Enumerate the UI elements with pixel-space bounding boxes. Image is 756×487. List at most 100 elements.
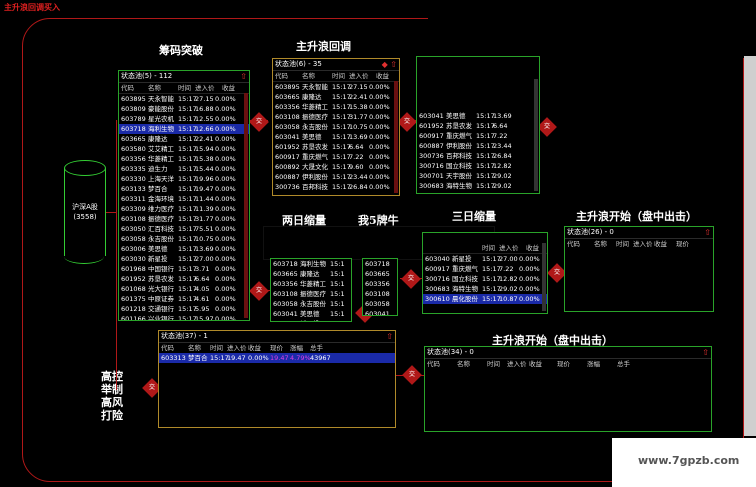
state-pool-panel-6[interactable]: 状态池(6) - 35 ◆ ⇧ 代码 名称 时间 进入价 收益 603895 天永智能 15:…	[272, 58, 400, 196]
table-row[interactable]: 603665 康隆达 15:17 22.41 0.00%	[273, 92, 399, 102]
table-row[interactable]: 603809 豪能股份 15:17 16.88 0.00%	[119, 104, 249, 114]
state-pool-panel-26[interactable]: 状态池(26) - 0 ⇧ 代码 名称 时间 进入价 收益 现价	[564, 226, 714, 312]
table-cell: 华菱精工	[302, 103, 328, 111]
table-row[interactable]: 603665 康隆达 15:17 22.41 0.00%	[119, 134, 249, 144]
table-row[interactable]: 603041 美思德 15:17 13.69 0.00%	[273, 132, 399, 142]
state-pool-panel-top-right[interactable]: 603041 美思德 15:17 13.69 601952 苏垦农发 15:17 6.64 60…	[416, 56, 540, 194]
table-row[interactable]: 300716 国立科技 15:17 12.82 0.00%	[423, 274, 547, 284]
table-row[interactable]: 600887 伊利股份 15:17 23.44 0.00%	[273, 172, 399, 182]
table-row[interactable]: 603108 振德医疗 15:1	[271, 289, 351, 299]
table-cell: 苏垦农发	[446, 122, 472, 130]
table-row[interactable]: 603133 梦百合 15:17 19.47 0.00%	[119, 184, 249, 194]
table-row[interactable]: 603356	[363, 279, 397, 289]
table-row[interactable]: 603041	[363, 309, 397, 315]
scrollbar[interactable]	[394, 81, 398, 193]
table-row[interactable]: 603058 永吉股份 15:1	[271, 299, 351, 309]
table-row[interactable]: 603356 华菱精工 15:17 15.38 0.00%	[119, 154, 249, 164]
panel-up-icon[interactable]: ⇧	[386, 331, 393, 342]
table-row[interactable]: 603330 上海天洋 15:17 19.96 0.00%	[119, 174, 249, 184]
panel-up-icon[interactable]: ⇧	[240, 71, 247, 82]
table-cell: 15:17	[476, 122, 495, 130]
table-row[interactable]: 603665 康隆达 15:1	[271, 269, 351, 279]
table-row[interactable]: 603895 天永智能 15:17 27.15 0.00%	[119, 94, 249, 104]
state-pool-panel-liangri[interactable]: 603718 海利生物 15:1 603665 康隆达 15:1 603356 华菱精工 15:…	[270, 258, 352, 322]
panel-up-icon[interactable]: ◆ ⇧	[382, 59, 397, 70]
table-row[interactable]: 603718 海利生物 15:17 12.66 0.00%	[119, 124, 249, 134]
table-row[interactable]: 603050 汇百科技 15:17 75.51 0.00%	[119, 224, 249, 234]
table-row[interactable]: 300736 百邦科技 15:17 26.84	[417, 151, 539, 161]
table-row[interactable]: 603335 迪生力 15:17 15.44 0.00%	[119, 164, 249, 174]
table-row[interactable]: 603313 梦百合 15:17 19.47 0.00% 19.47 4.79% 43967	[159, 353, 395, 363]
table-row[interactable]: 601952 苏垦农发 15:17 6.64 0.00%	[273, 142, 399, 152]
table-row[interactable]: 603058 永吉股份 15:17 10.75 0.00%	[119, 234, 249, 244]
table-cell: 国立科技	[446, 162, 472, 170]
table-cell: 22.41	[349, 93, 368, 101]
table-row[interactable]: 601218 交通银行 15:17 5.95 0.00%	[119, 304, 249, 314]
state-pool-panel-wo5[interactable]: 603718 603665 603356 603108 603058 603041	[362, 258, 398, 316]
table-cell: 0.00%	[215, 95, 236, 103]
table-row[interactable]: 603356 华菱精工 15:17 15.38 0.00%	[273, 102, 399, 112]
table-row[interactable]: 603108 振德医疗 15:17 31.77 0.00%	[119, 214, 249, 224]
blank-region-top-right	[428, 0, 756, 58]
table-row[interactable]: 300610 晨化股份 15:17 10.87 0.00%	[423, 294, 547, 304]
table-cell: 15:17	[178, 235, 197, 243]
table-row[interactable]: 601968 中国银行 15:17 3.71 0.00%	[119, 264, 249, 274]
state-pool-panel-37[interactable]: 状态池(37) - 1 ⇧ 代码 名称 时间 进入价 收益 现价 涨幅 总手 603313 梦百合…	[158, 330, 396, 428]
market-cylinder[interactable]: 沪深A股 (3558)	[64, 160, 106, 264]
table-row[interactable]: 603041 美思德 15:17 13.69	[417, 111, 539, 121]
scrollbar[interactable]	[534, 79, 538, 191]
state-pool-panel-34[interactable]: 状态池(34) - 0 ⇧ 代码 名称 时间 进入价 收益 现价 涨幅 总手	[424, 346, 712, 432]
table-cell: 15:17	[178, 255, 197, 263]
table-row[interactable]: 600892 大晟文化 15:17 9.60 0.00%	[273, 162, 399, 172]
table-row[interactable]: 603665	[363, 269, 397, 279]
state-pool-panel-5[interactable]: 状态池(5) - 112 ⇧ 代码 名称 时间 进入价 收益 603895 天永智能 15:1…	[118, 70, 250, 321]
table-row[interactable]: 603108 振德医疗 15:17 31.77 0.00%	[273, 112, 399, 122]
table-row[interactable]: 603108	[363, 289, 397, 299]
panel-up-icon[interactable]: ⇧	[704, 227, 711, 238]
table-cell: 603665	[365, 270, 390, 278]
scrollbar[interactable]	[244, 93, 248, 318]
table-row[interactable]: 603030 新星投 15:17 27.00 0.00%	[119, 254, 249, 264]
table-cell: 23.44	[349, 173, 368, 181]
table-row[interactable]: 603006 美思德 15:17 13.69 0.00%	[119, 244, 249, 254]
table-row[interactable]: 600887 伊利股份 15:17 23.44	[417, 141, 539, 151]
state-pool-panel-sanri[interactable]: 时间 进入价 收益 603040 新星投 15:17 27.00 0.00% 600917 重庆…	[422, 232, 548, 314]
table-cell: 艾艾精工	[148, 145, 174, 153]
table-row[interactable]: 603040新星投15:1	[271, 319, 351, 321]
table-row[interactable]: 601952 苏垦农发 15:17 6.64	[417, 121, 539, 131]
table-row[interactable]: 603895 天永智能 15:17 27.15 0.00%	[273, 82, 399, 92]
table-row[interactable]: 603058	[363, 299, 397, 309]
table-cell: 15.97	[195, 315, 214, 321]
table-row[interactable]: 601068 光大银行 15:17 4.05 0.00%	[119, 284, 249, 294]
table-row[interactable]: 300683 海特生物 15:17 29.02 0.00%	[423, 284, 547, 294]
table-row[interactable]: 600917 重庆燃气 15:17 7.22 0.00%	[273, 152, 399, 162]
table-row[interactable]: 603040 新星投 15:17 27.00 0.00%	[423, 254, 547, 264]
table-row[interactable]: 300683 海特生物 15:17 29.02	[417, 181, 539, 191]
table-row[interactable]: 300716 国立科技 15:17 12.82	[417, 161, 539, 171]
table-cell: 梦百合	[148, 185, 168, 193]
table-cell: 7.22	[349, 153, 364, 161]
scrollbar[interactable]	[542, 243, 546, 311]
table-row[interactable]: 600917 重庆燃气 15:17 7.22 0.00%	[423, 264, 547, 274]
table-row[interactable]: 300701 天宇股份 15:17 29.02	[417, 171, 539, 181]
table-row[interactable]: 601375 中原证券 15:17 4.61 0.00%	[119, 294, 249, 304]
table-row[interactable]: 603718	[363, 259, 397, 269]
table-row[interactable]: 600917 重庆燃气 15:17 7.22	[417, 131, 539, 141]
table-row[interactable]: 603058 永吉股份 15:17 10.75 0.00%	[273, 122, 399, 132]
table-cell: 康隆达	[300, 270, 320, 278]
table-row[interactable]: 603041 美思德 15:1	[271, 309, 351, 319]
table-row[interactable]: 603580 艾艾精工 15:17 15.94 0.00%	[119, 144, 249, 154]
table-cell: 300736	[419, 152, 444, 160]
table-row[interactable]: 601952 苏垦农发 15:17 6.64 0.00%	[119, 274, 249, 284]
table-cell: 15:17	[332, 173, 351, 181]
table-row[interactable]: 603311 金海环境 15:17 11.44 0.00%	[119, 194, 249, 204]
panel-up-icon[interactable]: ⇧	[702, 347, 709, 358]
table-row[interactable]: 603309 维力医疗 15:17 11.39 0.00%	[119, 204, 249, 214]
table-row[interactable]: 603718 海利生物 15:1	[271, 259, 351, 269]
table-row[interactable]: 601166 兴业银行 15:17 15.97 0.00%	[119, 314, 249, 321]
table-cell: 0.00%	[215, 175, 236, 183]
table-row[interactable]: 603789 星光农机 15:17 12.55 0.00%	[119, 114, 249, 124]
table-row[interactable]: 603356 华菱精工 15:1	[271, 279, 351, 289]
table-cell: 601218	[121, 305, 146, 313]
table-row[interactable]: 300736 百邦科技 15:17 26.84 0.00%	[273, 182, 399, 192]
